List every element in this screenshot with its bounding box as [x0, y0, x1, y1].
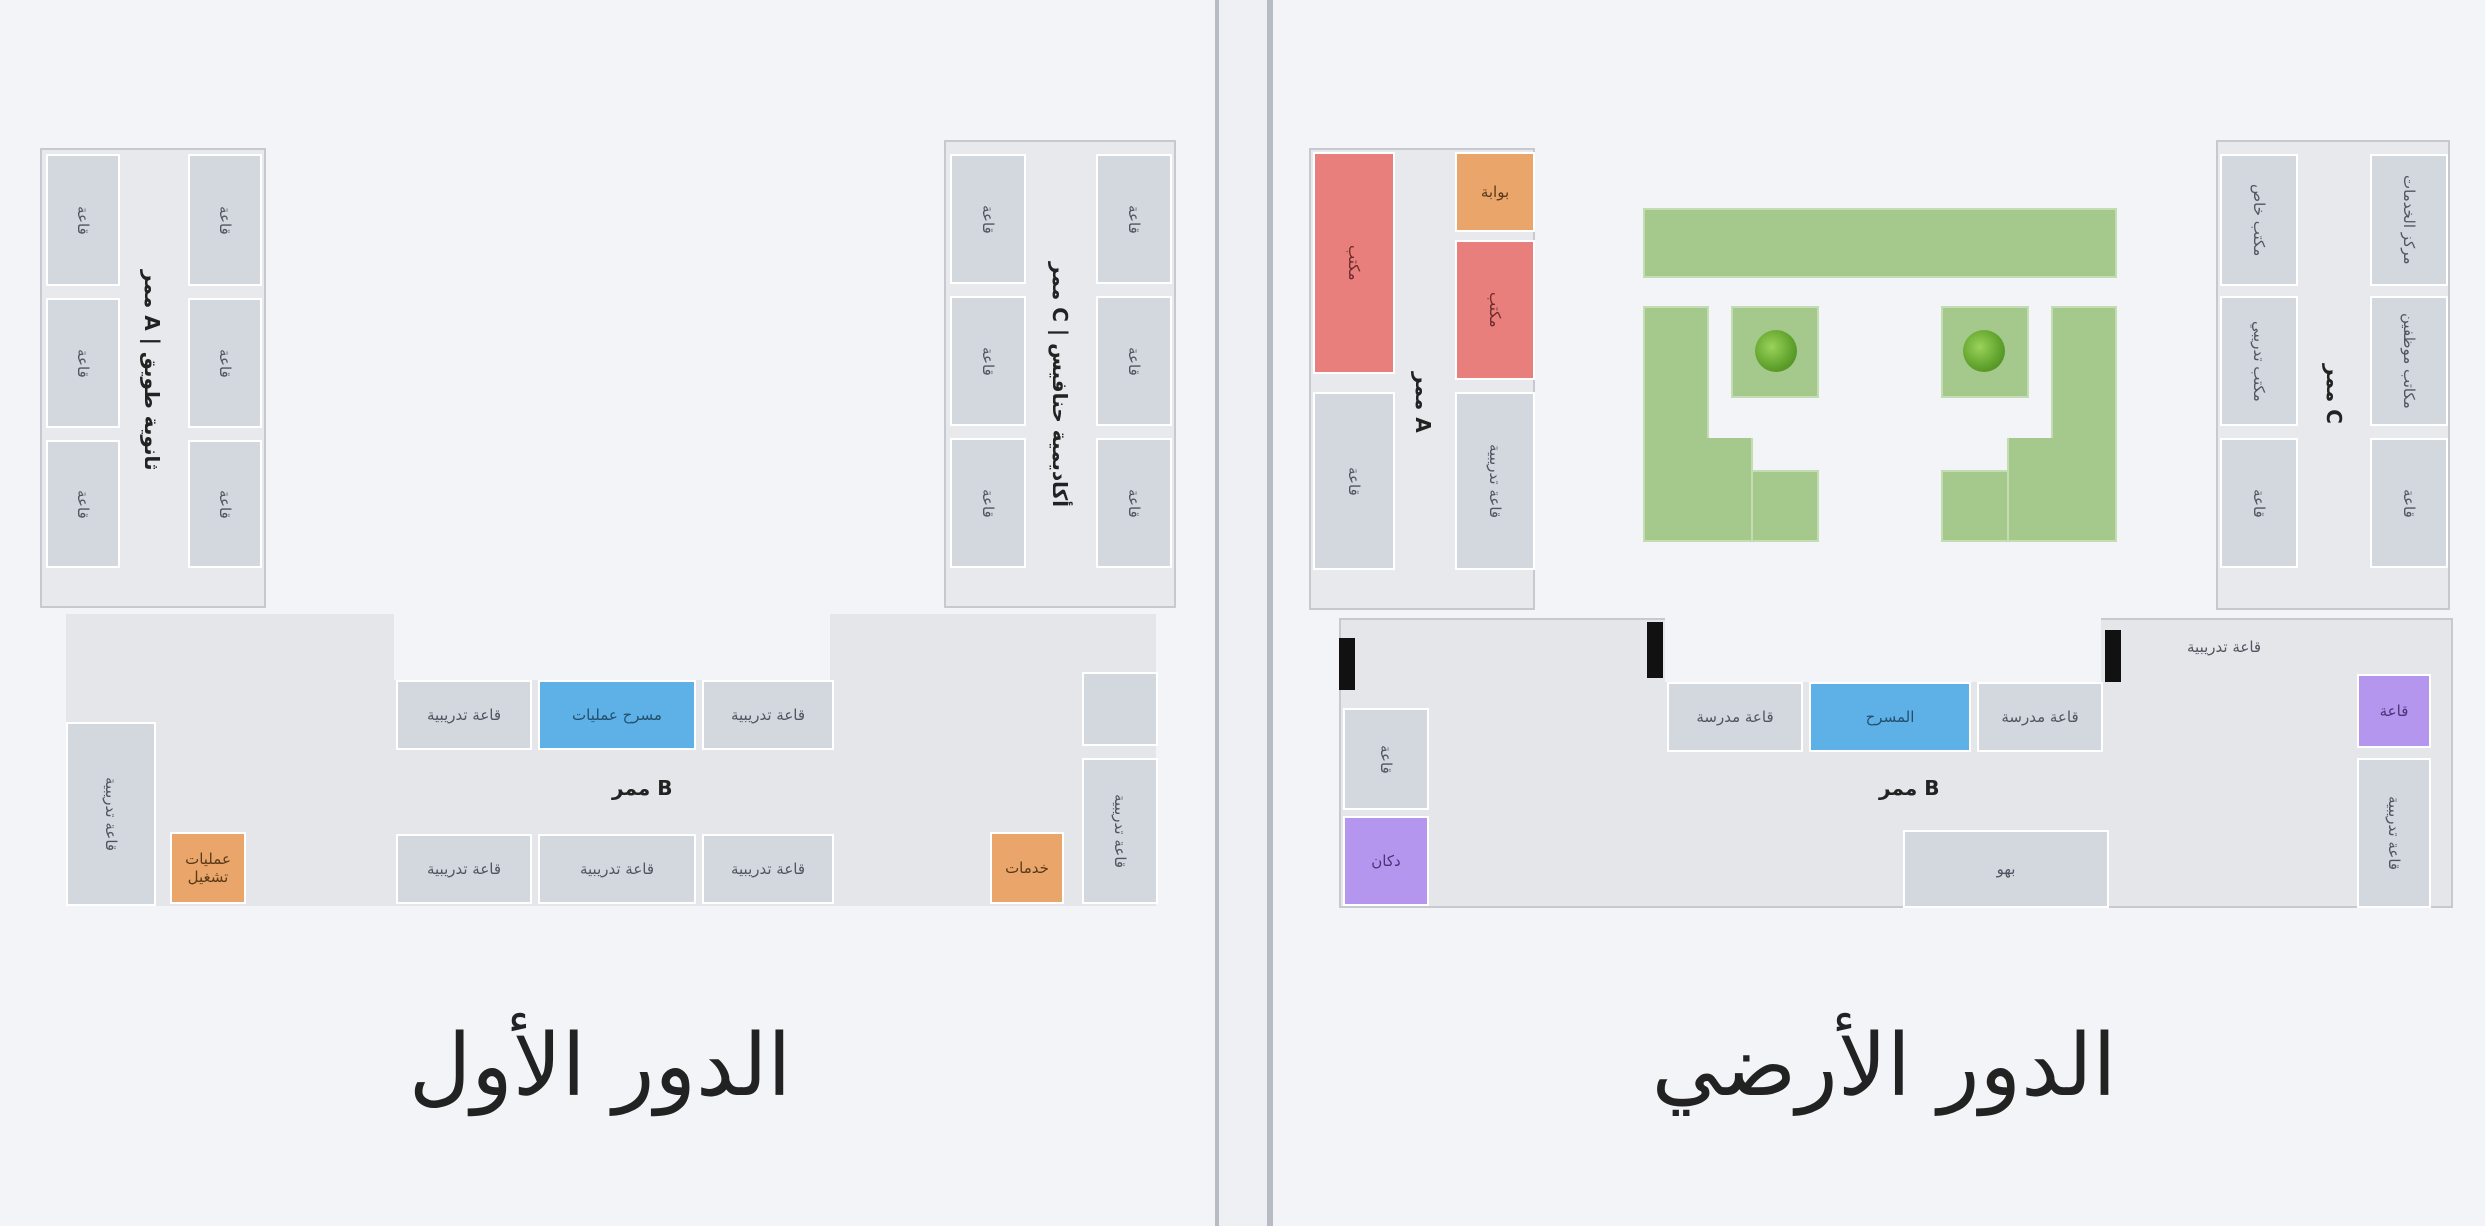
ground-floor-title: الدور الأرضي: [1651, 1016, 2117, 1116]
wing-c-label: ممر C | أكاديمية حنافيس: [1048, 262, 1072, 508]
room[interactable]: مكاتب موظفين: [2370, 296, 2448, 426]
room-orange[interactable]: بوابة: [1455, 152, 1535, 232]
room-orange[interactable]: خدمات: [990, 832, 1064, 904]
room-label: قاعة تدريبية: [2187, 638, 2262, 656]
courtyard-top-lawn: [1643, 208, 2117, 278]
room-purple[interactable]: دكان: [1343, 816, 1429, 906]
first-floor-panel: قاعة قاعة قاعة قاعة قاعة قاعة ممر A | ثا…: [0, 0, 1215, 1226]
room[interactable]: قاعة: [950, 438, 1026, 568]
room[interactable]: قاعة: [46, 298, 120, 428]
room[interactable]: قاعة: [1313, 392, 1395, 570]
panel-gap: [1219, 0, 1267, 1226]
room[interactable]: مكتب تدريبي: [2220, 296, 2298, 426]
room[interactable]: قاعة: [188, 298, 262, 428]
room-red[interactable]: مكتب: [1313, 152, 1395, 374]
first-floor-corridor-notch: [394, 614, 830, 680]
wing-a-label: ممر A: [1411, 372, 1435, 433]
room-blue[interactable]: مسرح عمليات: [538, 680, 696, 750]
room-red[interactable]: مكتب: [1455, 240, 1535, 380]
room[interactable]: قاعة تدريبية: [702, 680, 834, 750]
room[interactable]: قاعة: [950, 296, 1026, 426]
room[interactable]: قاعة: [46, 154, 120, 286]
room-orange[interactable]: عمليات تشغيل: [170, 832, 246, 904]
room[interactable]: قاعة: [950, 154, 1026, 284]
room[interactable]: قاعة: [2370, 438, 2448, 568]
room[interactable]: قاعة مدرسة: [1667, 682, 1803, 752]
room[interactable]: قاعة تدريبية: [66, 722, 156, 906]
wing-a-label: ممر A | ثانوية طويق: [140, 270, 164, 471]
courtyard-right-lawn-step: [2007, 438, 2117, 542]
corridor-b-label: ممر B: [1879, 776, 1940, 800]
room[interactable]: مكتب خاص: [2220, 154, 2298, 286]
room[interactable]: قاعة تدريبية: [396, 680, 532, 750]
pillar: [1647, 622, 1663, 678]
room[interactable]: قاعة تدريبية: [702, 834, 834, 904]
ground-floor-corridor-notch: [1665, 612, 2101, 682]
room[interactable]: قاعة تدريبية: [1082, 758, 1158, 904]
room[interactable]: قاعة: [188, 154, 262, 286]
room[interactable]: مركز الخدمات: [2370, 154, 2448, 286]
room[interactable]: قاعة تدريبية: [538, 834, 696, 904]
room[interactable]: قاعة: [46, 440, 120, 568]
room[interactable]: قاعة تدريبية: [1455, 392, 1535, 570]
room-purple[interactable]: قاعة: [2357, 674, 2431, 748]
first-floor-wing-a: قاعة قاعة قاعة قاعة قاعة قاعة ممر A | ثا…: [40, 148, 266, 608]
pillar: [1339, 638, 1355, 690]
room[interactable]: قاعة: [1096, 438, 1172, 568]
room-blue[interactable]: المسرح: [1809, 682, 1971, 752]
room[interactable]: قاعة مدرسة: [1977, 682, 2103, 752]
room[interactable]: قاعة: [188, 440, 262, 568]
wing-c-label: ممر C: [2322, 364, 2346, 424]
room[interactable]: قاعة: [1343, 708, 1429, 810]
room[interactable]: قاعة تدريبية: [396, 834, 532, 904]
room[interactable]: قاعة: [1096, 296, 1172, 426]
ground-floor-wing-c: مكتب خاص مركز الخدمات مكتب تدريبي مكاتب …: [2216, 140, 2450, 610]
room[interactable]: بهو: [1903, 830, 2109, 908]
ground-floor-panel: مكتب بوابة مكتب قاعة قاعة تدريبية ممر A …: [1273, 0, 2485, 1226]
room[interactable]: قاعة تدريبية: [2357, 758, 2431, 908]
pillar: [2105, 630, 2121, 682]
ground-floor-wing-a: مكتب بوابة مكتب قاعة قاعة تدريبية ممر A: [1309, 148, 1535, 610]
room: [1082, 672, 1158, 746]
first-floor-wing-c: قاعة قاعة قاعة قاعة قاعة قاعة ممر C | أك…: [944, 140, 1176, 608]
first-floor-title: الدور الأول: [408, 1016, 792, 1116]
tree-icon: [1755, 330, 1797, 372]
room[interactable]: قاعة: [1096, 154, 1172, 284]
room[interactable]: قاعة: [2220, 438, 2298, 568]
tree-icon: [1963, 330, 2005, 372]
courtyard-left-lawn-step: [1643, 438, 1753, 542]
corridor-b-label: ممر B: [612, 776, 673, 800]
